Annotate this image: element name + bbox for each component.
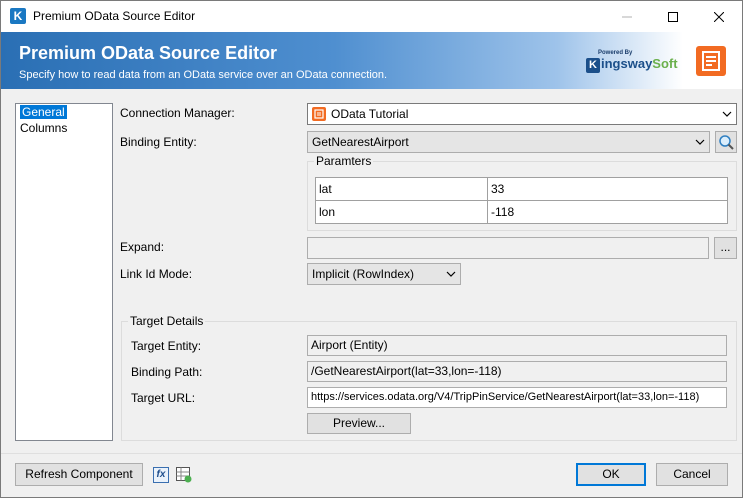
nav-list: General Columns [15,103,113,441]
minimize-icon [622,16,632,17]
connection-manager-select[interactable]: OData Tutorial [307,103,737,125]
search-icon [719,135,734,150]
chevron-down-icon [446,271,456,277]
table-row: lat 33 [315,177,728,201]
grid-check-icon [176,467,192,483]
banner-subtitle: Specify how to read data from an OData s… [19,69,388,81]
fx-icon: fx [156,469,166,480]
param-value[interactable]: -118 [487,200,728,224]
close-button[interactable] [696,1,742,32]
kingswaysoft-logo: Powered By KingswaySoft [586,50,678,74]
binding-entity-select[interactable]: GetNearestAirport [307,131,710,153]
lookup-button[interactable] [715,131,737,153]
target-entity-label: Target Entity: [131,339,202,353]
minimize-button[interactable] [604,1,650,32]
target-entity-field[interactable]: Airport (Entity) [307,335,727,356]
logo-name: KingswaySoft [586,56,678,73]
link-id-mode-select[interactable]: Implicit (RowIndex) [307,263,461,285]
target-url-label: Target URL: [131,391,196,405]
target-details-title: Target Details [128,314,206,328]
nav-item-label: Columns [20,121,68,135]
param-name[interactable]: lat [315,177,488,201]
param-name[interactable]: lon [315,200,488,224]
window-title: Premium OData Source Editor [33,9,196,23]
maximize-icon [668,11,678,22]
parameters-title: Paramters [314,154,374,168]
target-url-field[interactable]: https://services.odata.org/V4/TripPinSer… [307,387,727,408]
refresh-component-button[interactable]: Refresh Component [15,463,143,486]
link-id-mode-value: Implicit (RowIndex) [312,267,415,281]
variables-button[interactable] [176,467,192,483]
binding-path-label: Binding Path: [131,365,203,379]
binding-entity-label: Binding Entity: [120,135,197,149]
preview-button[interactable]: Preview... [307,413,411,434]
expand-label: Expand: [120,240,165,254]
logo-name-soft: Soft [652,56,678,71]
binding-entity-value: GetNearestAirport [312,135,409,149]
parameters-table: lat 33 lon -118 [315,177,728,224]
connection-manager-value: OData Tutorial [331,107,409,121]
editor-window: K Premium OData Source Editor Premium OD… [0,0,743,498]
logo-name-ingsway: ingsway [601,56,653,71]
logo-k-mark: K [586,58,600,73]
expression-fx-button[interactable]: fx [153,467,169,483]
nav-item-general[interactable]: General [16,104,112,120]
component-icon [696,46,726,76]
banner-title: Premium OData Source Editor [19,43,278,63]
ok-button[interactable]: OK [576,463,646,486]
param-value[interactable]: 33 [487,177,728,201]
expand-browse-button[interactable]: ... [714,237,737,259]
list-document-icon [702,51,720,71]
nav-item-columns[interactable]: Columns [16,120,112,136]
nav-item-label: General [20,105,67,119]
expand-input[interactable] [307,237,709,259]
chevron-down-icon [722,111,732,117]
close-icon [714,11,724,22]
maximize-button[interactable] [650,1,696,32]
header-banner: Premium OData Source Editor Specify how … [1,32,742,89]
footer-separator [1,453,742,454]
cancel-button[interactable]: Cancel [656,463,728,486]
connection-icon [312,107,326,121]
connection-manager-label: Connection Manager: [120,106,235,120]
table-row: lon -118 [315,200,728,224]
title-bar: K Premium OData Source Editor [1,1,742,32]
link-id-mode-label: Link Id Mode: [120,267,193,281]
chevron-down-icon [695,139,705,145]
kingswaysoft-app-icon: K [10,8,26,24]
binding-path-field[interactable]: /GetNearestAirport(lat=33,lon=-118) [307,361,727,382]
